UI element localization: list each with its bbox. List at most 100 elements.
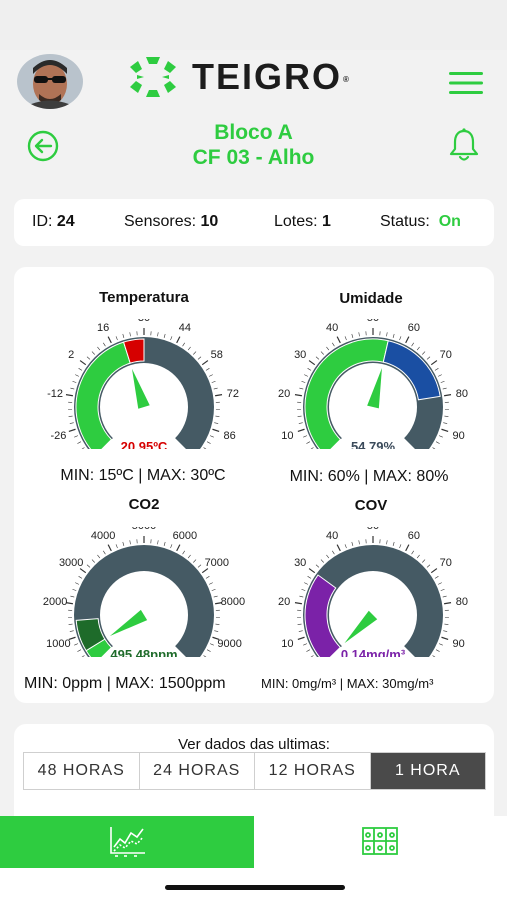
gauge-tick bbox=[303, 435, 308, 438]
segment-24-horas[interactable]: 24 HORAS bbox=[139, 753, 255, 789]
gauge-tick bbox=[201, 360, 209, 366]
gauge-tick bbox=[442, 595, 447, 598]
gauge-tick bbox=[68, 623, 73, 625]
gauge-tick bbox=[75, 374, 79, 377]
gauge-tick bbox=[432, 447, 436, 449]
gauge-tick bbox=[193, 559, 197, 563]
gauge-tick bbox=[430, 360, 438, 366]
gauge-tick-label: 40 bbox=[326, 530, 338, 542]
gauge-tick bbox=[72, 588, 77, 591]
gauge-tick bbox=[81, 655, 85, 657]
gauge-tick bbox=[75, 582, 79, 585]
gauge-tick bbox=[201, 568, 209, 574]
gauge-tick bbox=[70, 595, 75, 598]
minmax-co2: MIN: 0ppm | MAX: 1500ppm bbox=[24, 675, 226, 692]
gauge-title-umidade: Umidade bbox=[339, 290, 403, 307]
gauge-tick bbox=[315, 564, 320, 568]
minmax-umidade: MIN: 60% | MAX: 80% bbox=[289, 468, 449, 485]
notifications-button[interactable] bbox=[446, 127, 482, 163]
gauge-temperatura: -40-26-12216304458728610020.95ºC bbox=[47, 319, 239, 449]
id-value: 24 bbox=[56, 213, 75, 230]
gauge-tick bbox=[103, 342, 106, 347]
gauge-tick bbox=[434, 368, 439, 371]
arrow-left-circle-icon bbox=[27, 130, 59, 162]
gauge-tick-label: -12 bbox=[47, 388, 63, 400]
gauge-tick bbox=[70, 387, 75, 390]
segment-48-horas[interactable]: 48 HORAS bbox=[24, 753, 140, 789]
gauge-tick bbox=[392, 541, 395, 546]
gauge-tick-label: 2000 bbox=[43, 596, 67, 608]
gauge-tick bbox=[115, 544, 118, 549]
gauge-tick bbox=[304, 374, 308, 377]
id-info: ID: 24 bbox=[32, 213, 75, 231]
gauge-tick bbox=[197, 356, 202, 360]
gauge-tick-label: 10 bbox=[281, 430, 293, 442]
logo-text: TEIGRO bbox=[192, 56, 343, 97]
gauge-tick-label: 86 bbox=[223, 430, 235, 442]
gauge-needle bbox=[109, 609, 148, 636]
gauge-tick-label: 50 bbox=[367, 527, 379, 532]
gauge-tick bbox=[310, 655, 314, 657]
gauge-tick-label: 30 bbox=[294, 349, 306, 361]
gauge-tick bbox=[416, 554, 420, 559]
back-button[interactable] bbox=[25, 130, 61, 162]
gauge-tick bbox=[411, 550, 414, 555]
gauge-tick bbox=[315, 356, 320, 360]
minmax-cov: MIN: 0mg/m³ | MAX: 30mg/m³ bbox=[261, 676, 434, 691]
gauge-tick-label: 90 bbox=[452, 430, 464, 442]
gauge-tick bbox=[358, 540, 360, 545]
gauge-tick bbox=[308, 568, 316, 574]
gauge-tick bbox=[307, 576, 312, 579]
gauge-needle bbox=[132, 368, 150, 409]
time-filter-segments: 48 HORAS 24 HORAS 12 HORAS 1 HORA bbox=[23, 752, 486, 790]
gauge-tick bbox=[430, 568, 438, 574]
gauge-tick bbox=[444, 415, 449, 417]
status-info: Status: On bbox=[380, 213, 461, 231]
gauge-tick bbox=[411, 342, 414, 347]
segment-1-hora[interactable]: 1 HORA bbox=[370, 753, 485, 789]
gauge-tick bbox=[86, 564, 91, 568]
avatar[interactable] bbox=[17, 54, 83, 109]
gauge-reading: 54.79% bbox=[351, 439, 396, 449]
gauge-tick bbox=[79, 568, 87, 574]
gauge-tick bbox=[213, 595, 218, 598]
gauge-tick bbox=[129, 540, 131, 545]
tab-shelves[interactable] bbox=[253, 816, 507, 868]
lots-value: 1 bbox=[322, 213, 331, 230]
gauge-tick bbox=[426, 356, 431, 360]
gauge-tick-label: 40 bbox=[326, 322, 338, 334]
sensors-info: Sensores: 10 bbox=[124, 213, 218, 231]
gauge-tick-label: 70 bbox=[440, 557, 452, 569]
gauge-tick bbox=[301, 588, 306, 591]
gauge-tick bbox=[163, 541, 166, 546]
gauge-value-fill bbox=[75, 341, 131, 449]
gauge-tick bbox=[212, 428, 220, 432]
gauge-tick bbox=[434, 576, 439, 579]
gauge-tick bbox=[308, 360, 316, 366]
gauge-tick bbox=[336, 336, 341, 344]
gauge-tick bbox=[298, 422, 303, 424]
gauge-tick bbox=[320, 559, 324, 563]
lots-label: Lotes: bbox=[274, 213, 318, 230]
tab-charts[interactable] bbox=[0, 816, 254, 868]
gauge-tick bbox=[301, 380, 306, 383]
gauge-tick bbox=[294, 602, 302, 605]
gauge-tick bbox=[440, 588, 445, 591]
gauge-tick-label: 10 bbox=[281, 638, 293, 650]
gauge-tick-label: 50 bbox=[367, 319, 379, 324]
gauge-tick-label: 30 bbox=[138, 319, 150, 324]
gauge-tick bbox=[187, 346, 191, 351]
gauge-tick-label: 90 bbox=[452, 638, 464, 650]
gauge-tick-label: 20 bbox=[278, 596, 290, 608]
segment-12-horas[interactable]: 12 HORAS bbox=[255, 753, 371, 789]
gauge-tick bbox=[438, 582, 442, 585]
time-filter-card: Ver dados das ultimas: 48 HORAS 24 HORAS… bbox=[14, 724, 494, 816]
gauge-tick bbox=[78, 368, 83, 371]
gauge-tick bbox=[435, 649, 440, 652]
gauge-tick bbox=[443, 422, 448, 424]
gauge-tick bbox=[392, 333, 395, 338]
gauge-tick bbox=[306, 649, 311, 652]
gauge-tick bbox=[129, 332, 131, 337]
menu-button[interactable] bbox=[447, 70, 485, 96]
gauge-tick bbox=[297, 623, 302, 625]
